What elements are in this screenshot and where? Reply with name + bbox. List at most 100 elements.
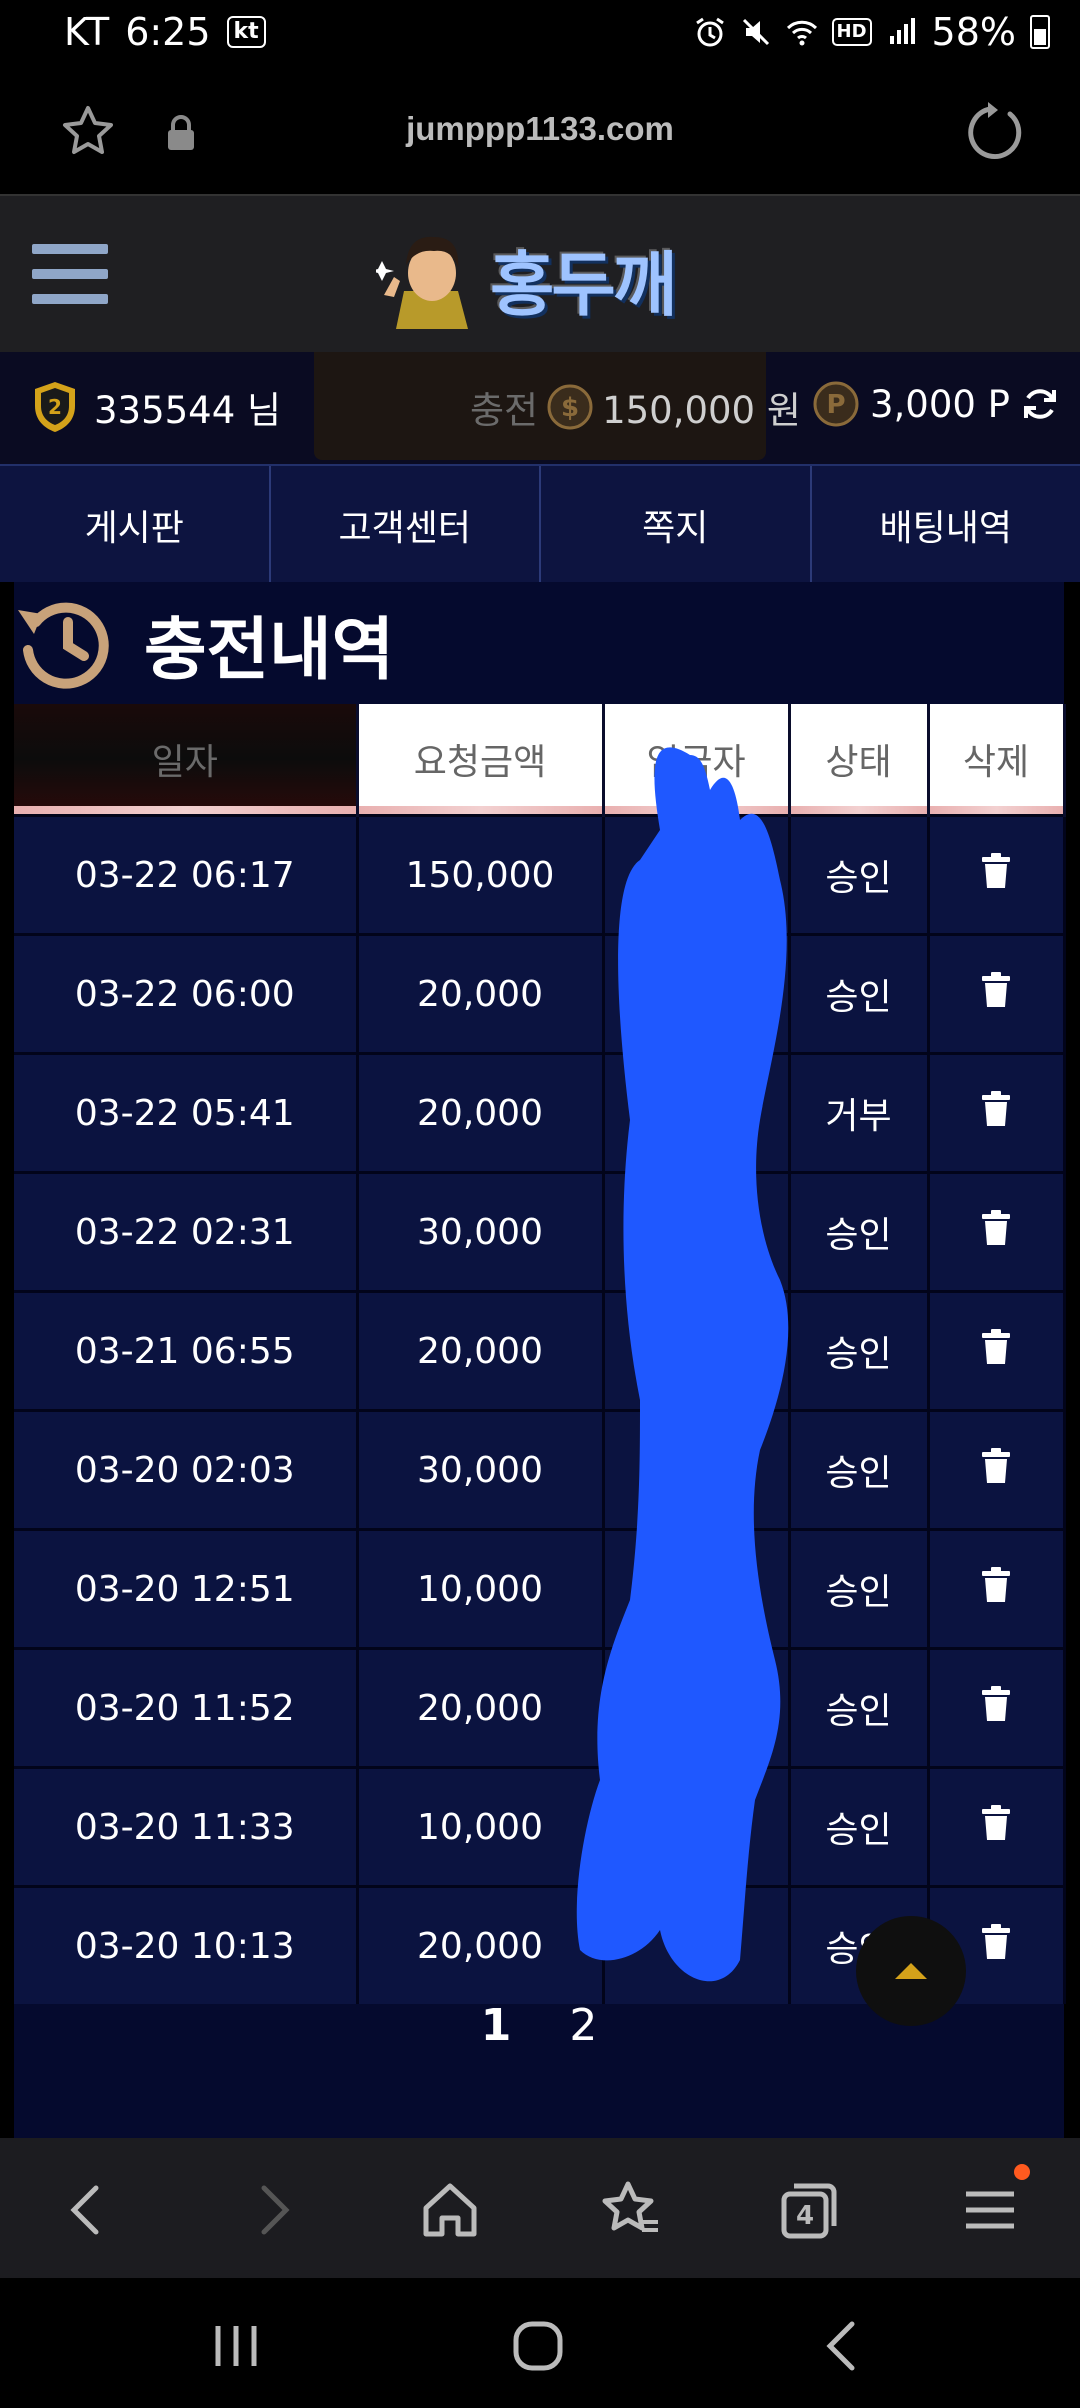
nav-board[interactable]: 게시판	[0, 466, 271, 584]
cell-date: 03-21 06:55	[14, 1290, 359, 1411]
cell-amount: 20,000	[357, 1885, 605, 2004]
nav-messages[interactable]: 쪽지	[541, 466, 812, 584]
hd-badge: HD	[831, 18, 872, 46]
site-logo[interactable]: 홍두깨	[376, 226, 706, 332]
svg-text:P: P	[826, 390, 845, 420]
cell-depositor	[603, 1766, 791, 1887]
nav-customer-center[interactable]: 고객센터	[271, 466, 541, 584]
cell-date: 03-22 06:00	[14, 933, 359, 1054]
menu-hamburger-icon[interactable]	[32, 244, 108, 308]
main-content: 충전내역 일자 요청금액 입금자 상태 삭제 03-22 06:17 150,00…	[0, 582, 1080, 2138]
cell-status: 거부	[789, 1052, 930, 1173]
trash-icon[interactable]	[981, 1923, 1011, 1961]
page-1-link[interactable]: 1	[481, 2000, 512, 2080]
trash-icon[interactable]	[981, 1209, 1011, 1247]
trash-icon[interactable]	[981, 1447, 1011, 1485]
balance-value: 150,000 원	[602, 389, 801, 432]
page-title: 충전내역	[144, 610, 395, 690]
trash-icon[interactable]	[981, 1566, 1011, 1604]
cell-date: 03-20 10:13	[14, 1885, 359, 2004]
cell-status: 승인	[789, 1171, 930, 1292]
recent-apps-icon[interactable]	[206, 2318, 266, 2374]
trash-icon[interactable]	[981, 1328, 1011, 1366]
charge-history-table: 일자 요청금액 입금자 상태 삭제 03-22 06:17 150,000 승인 03…	[14, 704, 1066, 2004]
home-button-icon[interactable]	[508, 2318, 568, 2374]
table-row: 03-22 06:00 20,000 승인	[14, 933, 1066, 1054]
user-info-bar: 2 335544 님 충전 $ 150,000 원 P 3,000 P	[0, 352, 1080, 464]
cell-depositor	[603, 1528, 791, 1649]
table-row: 03-22 02:31 30,000 승인	[14, 1171, 1066, 1292]
cell-amount: 20,000	[357, 1052, 605, 1173]
refresh-icon[interactable]	[1020, 384, 1060, 424]
cell-depositor	[603, 1885, 791, 2004]
trash-icon[interactable]	[981, 852, 1011, 890]
cell-depositor	[603, 1171, 791, 1292]
points-info: P 3,000 P	[812, 380, 1060, 428]
signal-icon	[889, 18, 915, 44]
col-date-header: 일자	[14, 704, 359, 816]
col-depositor-header: 입금자	[603, 704, 791, 816]
table-row: 03-20 11:52 20,000 승인	[14, 1647, 1066, 1768]
col-status-header: 상태	[789, 704, 930, 816]
tabs-icon[interactable]: 4	[776, 2178, 840, 2242]
cell-delete	[928, 814, 1066, 935]
table-row: 03-20 11:33 10,000 승인	[14, 1766, 1066, 1887]
trash-icon[interactable]	[981, 1090, 1011, 1128]
table-row: 03-22 05:41 20,000 거부	[14, 1052, 1066, 1173]
cell-date: 03-20 11:52	[14, 1647, 359, 1768]
clock: 6:25	[125, 10, 211, 54]
cell-date: 03-22 02:31	[14, 1171, 359, 1292]
cell-amount: 10,000	[357, 1766, 605, 1887]
nav-betting-history[interactable]: 배팅내역	[812, 466, 1080, 584]
cell-status: 승인	[789, 1290, 930, 1411]
table-row: 03-22 06:17 150,000 승인	[14, 814, 1066, 935]
balance-info: 충전 $ 150,000 원	[470, 380, 801, 434]
table-header-row: 일자 요청금액 입금자 상태 삭제	[14, 704, 1066, 816]
cell-delete	[928, 1290, 1066, 1411]
level-number: 2	[48, 395, 62, 419]
cell-amount: 30,000	[357, 1409, 605, 1530]
cell-amount: 20,000	[357, 933, 605, 1054]
level-shield-icon: 2	[35, 382, 75, 432]
forward-icon[interactable]	[240, 2178, 304, 2242]
cell-amount: 20,000	[357, 1290, 605, 1411]
point-coin-icon: P	[813, 381, 859, 427]
cell-delete	[928, 1528, 1066, 1649]
cell-delete	[928, 1052, 1066, 1173]
wifi-icon	[786, 20, 817, 46]
bookmarks-icon[interactable]	[598, 2178, 662, 2242]
cell-date: 03-20 12:51	[14, 1528, 359, 1649]
browser-address-bar: jumppp1133.com	[0, 64, 1080, 194]
cell-status: 승인	[789, 814, 930, 935]
notification-dot	[1014, 2164, 1030, 2180]
trash-icon[interactable]	[981, 1685, 1011, 1723]
trash-icon[interactable]	[981, 971, 1011, 1009]
cell-date: 03-20 02:03	[14, 1409, 359, 1530]
reload-icon[interactable]	[966, 102, 1026, 162]
scroll-top-button[interactable]	[856, 1916, 966, 2026]
cell-depositor	[603, 1052, 791, 1173]
status-bar: KT 6:25 kt HD 58%	[0, 0, 1080, 64]
back-button-icon[interactable]	[812, 2318, 872, 2374]
tab-count: 4	[796, 2201, 814, 2231]
main-nav: 게시판 고객센터 쪽지 배팅내역	[0, 464, 1080, 584]
cell-amount: 150,000	[357, 814, 605, 935]
battery-icon	[1030, 15, 1050, 49]
trash-icon[interactable]	[981, 1804, 1011, 1842]
cell-date: 03-22 06:17	[14, 814, 359, 935]
status-left: KT 6:25 kt	[64, 10, 266, 54]
logo-character-icon	[376, 236, 468, 329]
cell-delete	[928, 1171, 1066, 1292]
svg-text:$: $	[561, 393, 579, 423]
back-icon[interactable]	[56, 2178, 120, 2242]
url-text[interactable]: jumppp1133.com	[0, 110, 1080, 148]
user-info: 2 335544 님	[32, 380, 281, 434]
cell-date: 03-20 11:33	[14, 1766, 359, 1887]
logo-text: 홍두깨	[490, 243, 677, 326]
table-row: 03-20 12:51 10,000 승인	[14, 1528, 1066, 1649]
caret-up-icon	[895, 1963, 927, 1979]
battery-percent: 58%	[931, 10, 1016, 54]
home-icon[interactable]	[418, 2178, 482, 2242]
menu-icon[interactable]	[958, 2178, 1022, 2242]
page-2-link[interactable]: 2	[569, 2000, 597, 2080]
